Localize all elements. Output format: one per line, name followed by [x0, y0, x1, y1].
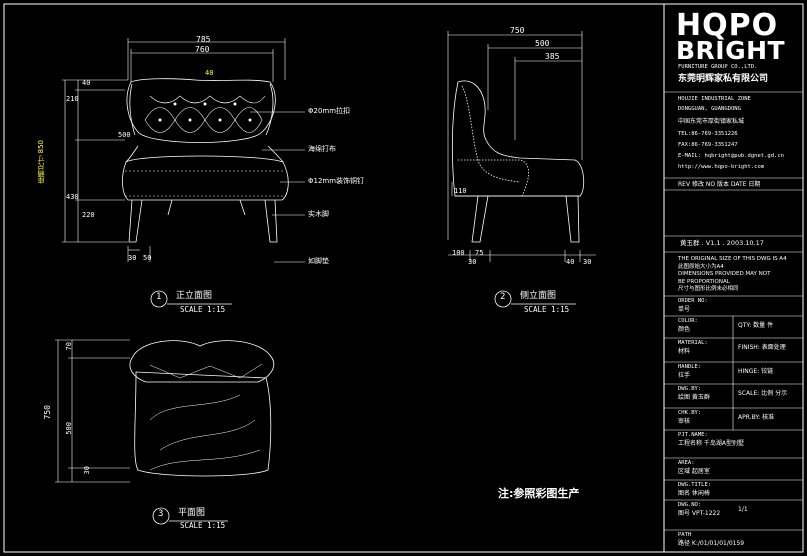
field-label-cn: 颜色 — [678, 326, 691, 333]
note-line: 此图原始大小为A4 — [678, 263, 724, 270]
dim-plan-500: 500 — [65, 422, 73, 435]
side-dimension-lines — [447, 31, 596, 262]
view-3-scale: SCALE 1:15 — [180, 521, 226, 530]
field-label-en: COLOR: — [678, 318, 698, 324]
field-label-en: PJT.NAME: — [678, 432, 708, 438]
field-label-en: HANDLE: — [678, 364, 702, 370]
side-view — [451, 80, 585, 243]
field-label-cn: 路径 K:/01/01/01/0159 — [678, 540, 745, 547]
field-label-en: CHK.BY: — [678, 410, 702, 416]
dim-side-385: 385 — [545, 52, 560, 61]
dim-plan-70: 70 — [65, 342, 73, 351]
designer-line: 黄玉群 . V1.1 . 2003.10.17 — [680, 239, 764, 247]
front-view — [122, 78, 289, 243]
field-label-en: PATH — [678, 532, 692, 538]
view-2-number: 2 — [500, 292, 506, 302]
field-label-cn: 拉手 — [678, 372, 691, 379]
company-addr1: HOUJIE INDUSTRIAL ZONE — [678, 96, 751, 102]
note-line: DIMENSIONS PROVIDED MAY NOT — [678, 271, 771, 278]
dim-plan-750: 750 — [43, 405, 52, 420]
view-1-number: 1 — [156, 292, 162, 302]
company-addr2: DONGGUAN, GUANGDONG — [678, 106, 741, 112]
field-value: FINISH: 表面处理 — [738, 344, 786, 351]
plan-dimension-lines — [55, 339, 130, 483]
dim-side-40: 40 — [566, 258, 575, 266]
view-3-number: 3 — [158, 509, 164, 519]
dim-v-430: 430 — [66, 193, 79, 201]
field-label-en: MATERIAL: — [678, 340, 708, 346]
dim-v-210: 210 — [66, 95, 79, 103]
production-note: 注:参照彩图生产 — [498, 487, 580, 500]
field-label-cn: 审核 — [678, 418, 691, 425]
callout-foot: 如脚垫 — [308, 257, 329, 265]
field-label-en: ORDER NO: — [678, 298, 708, 304]
dim-front-760: 760 — [195, 45, 210, 54]
dim-side-75: 75 — [475, 249, 484, 257]
dim-side-750: 750 — [510, 26, 525, 35]
dim-side-30a: 30 — [468, 258, 477, 266]
view-3-title: 平面图 — [178, 508, 206, 518]
callout-button: Φ20mm拉扣 — [308, 107, 351, 115]
field-label-cn: 绘图 黄玉群 — [678, 394, 710, 401]
company-name-en: FURNITURE GROUP CO.,LTD. — [678, 64, 758, 70]
dim-total-850: 座椅尺寸 850 — [37, 140, 45, 184]
dim-front-500: 500 — [118, 131, 131, 139]
rev-header: REV 修改 NO 版本 DATE 日期 — [678, 181, 761, 188]
callout-leg: 实木脚 — [308, 210, 329, 218]
callout-nails: Φ12mm装饰铜钉 — [308, 177, 365, 185]
dim-front-785: 785 — [196, 35, 211, 44]
callout-fabric: 海绵打布 — [308, 145, 336, 153]
company-email: E-MAIL: hqbright@pub.dgnet.gd.cn — [678, 153, 784, 159]
field-value: APR.BY: 核准 — [738, 414, 775, 421]
dim-plan-30: 30 — [83, 466, 91, 475]
company-tel: TEL:86-769-3351226 — [678, 131, 738, 137]
plan-view — [129, 340, 275, 477]
note-line: 尺寸与图形比例未必相同 — [678, 286, 739, 293]
front-dimension-lines — [62, 38, 286, 262]
dim-front-50: 50 — [143, 254, 152, 262]
dim-side-100: 100 — [452, 249, 465, 257]
field-label-cn: 图名 休闲椅 — [678, 490, 710, 497]
view-2-scale: SCALE 1:15 — [524, 305, 570, 314]
field-label-en: DWG.BY: — [678, 386, 702, 392]
field-label-en: DWG.NO: — [678, 502, 702, 508]
dim-v-40: 40 — [82, 79, 91, 87]
field-label-cn: 材料 — [678, 348, 691, 355]
company-addr-cn: 中国东莞市厚街镇家私城 — [678, 118, 745, 125]
dim-v-220: 220 — [82, 211, 95, 219]
field-value: 1/1 — [738, 506, 748, 513]
dim-side-30b: 30 — [583, 258, 592, 266]
field-label-cn: 单号 — [678, 306, 691, 313]
dim-front-40: 40 — [205, 69, 214, 77]
field-label-cn: 区域 起居室 — [678, 468, 710, 475]
note-line: BE PROPORTIONAL — [678, 278, 730, 285]
company-name-cn: 东莞明辉家私有限公司 — [678, 74, 769, 84]
company-logo-bright: BRIGHT — [676, 36, 786, 65]
field-label-cn: 图号 VPT-1222 — [678, 510, 721, 517]
field-label-cn: 工程名称 千岛湖A型别墅 — [678, 440, 745, 447]
field-label-en: AREA: — [678, 460, 695, 466]
field-value: QTY: 数量 件 — [738, 322, 774, 329]
field-value: HINGE: 铰链 — [738, 368, 774, 375]
note-line: THE ORIGINAL SIZE OF THIS DWG IS A4 — [678, 256, 787, 262]
dim-side-110: 110 — [454, 187, 467, 195]
company-fax: FAX:86-769-3351247 — [678, 142, 738, 148]
view-2-title: 侧立面图 — [520, 291, 557, 301]
dim-side-500: 500 — [535, 39, 550, 48]
company-web: http://www.hqpo-bright.com — [678, 164, 765, 170]
dim-front-30: 30 — [128, 254, 137, 262]
field-value: SCALE: 比例 分示 — [738, 390, 788, 397]
field-label-en: DWG.TITLE: — [678, 482, 712, 488]
view-1-title: 正立面图 — [176, 291, 213, 301]
view-1-scale: SCALE 1:15 — [180, 305, 226, 314]
